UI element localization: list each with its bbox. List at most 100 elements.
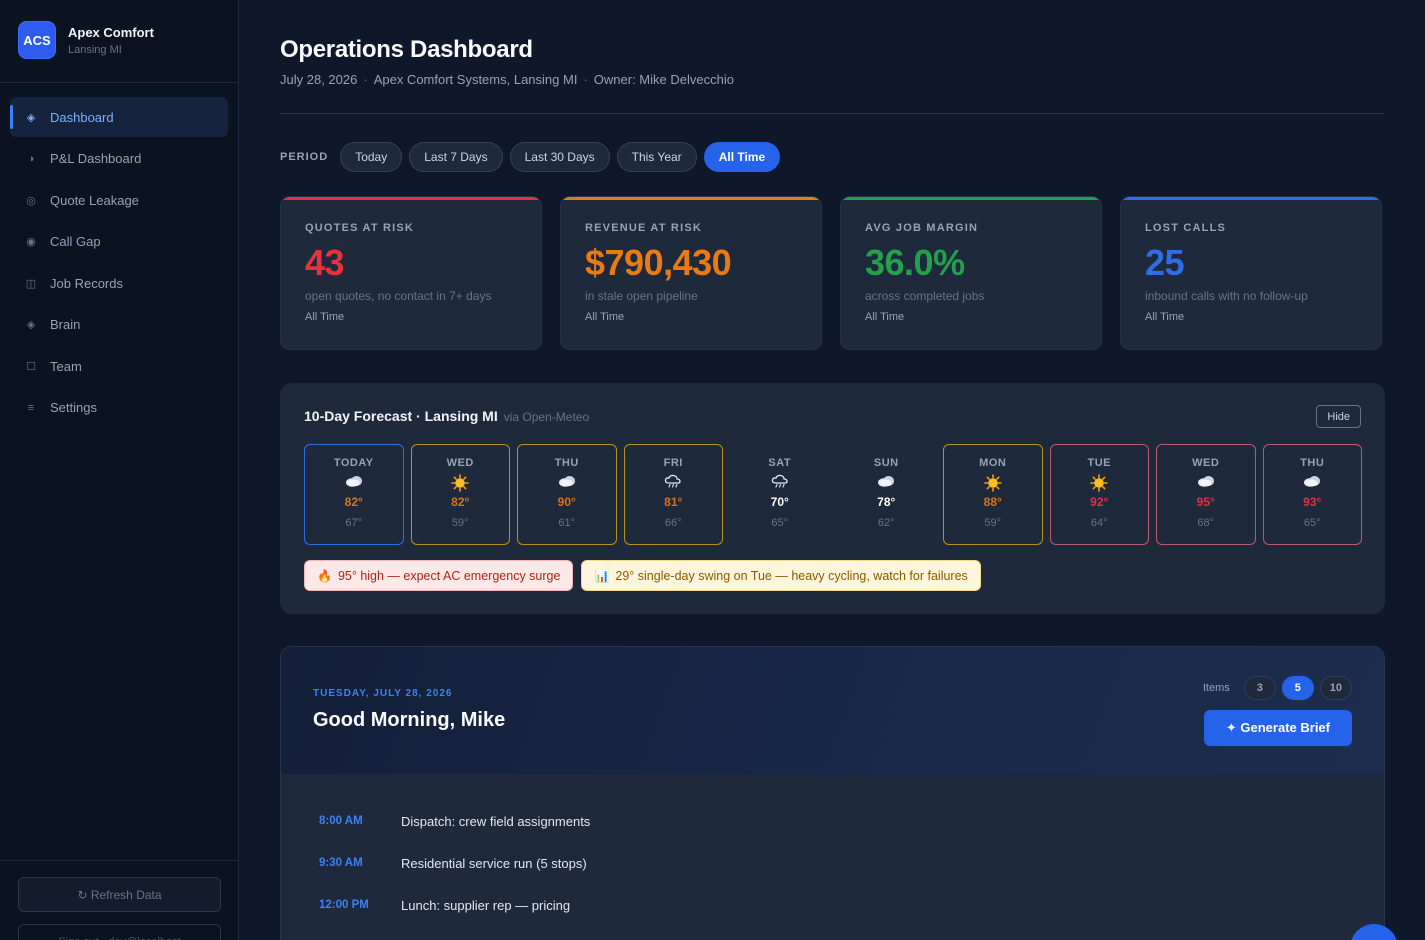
cloud-icon xyxy=(1157,474,1255,490)
forecast-alert-text: 29° single-day swing on Tue — heavy cycl… xyxy=(615,568,968,583)
sidebar-item-team[interactable]: ☐ Team xyxy=(10,346,228,386)
brand: ACS Apex Comfort Lansing MI xyxy=(0,0,238,83)
period-selector: PERIOD Today Last 7 Days Last 30 Days This … xyxy=(280,142,787,172)
forecast-heading: 10-Day Forecast · Lansing MI via Open-Met… xyxy=(304,408,590,424)
forecast-day-name: THU xyxy=(554,457,579,469)
items-option-10[interactable]: 10 xyxy=(1319,676,1352,700)
generate-brief-button[interactable]: ✦ Generate Brief xyxy=(1203,710,1352,746)
kpi-card-lost-calls: LOST CALLS 25 inbound calls with no follow… xyxy=(1120,196,1382,350)
schedule-time: 12:00 PM xyxy=(319,899,369,911)
kpi-label: AVG JOB MARGIN xyxy=(865,222,979,234)
items-option-3[interactable]: 3 xyxy=(1243,676,1276,700)
sidebar-item-label: Team xyxy=(50,358,82,374)
schedule-time: 8:00 AM xyxy=(319,815,363,827)
forecast-high-temp: 93° xyxy=(1303,495,1322,509)
forecast-hide-button[interactable]: Hide xyxy=(1316,405,1361,428)
forecast-alert: 🔥 95° high — expect AC emergency surge xyxy=(304,560,574,591)
forecast-high-temp: 78° xyxy=(877,495,896,509)
forecast-low-temp: 67° xyxy=(345,517,363,529)
period-option-last-30-days[interactable]: Last 30 Days xyxy=(509,142,610,172)
schedule-row: 2:30 PMQuote follow-ups: 3 open estimate… xyxy=(281,926,1384,940)
kpi-card-avg-job-margin: AVG JOB MARGIN 36.0% across completed jobs… xyxy=(840,196,1102,350)
kpi-card-quotes-at-risk: QUOTES AT RISK 43 open quotes, no contact … xyxy=(280,196,542,350)
kpi-cards: QUOTES AT RISK 43 open quotes, no contact … xyxy=(280,196,1382,350)
sidebar-item-quote-leakage[interactable]: ◎ Quote Leakage xyxy=(10,180,228,220)
kpi-card-revenue-at-risk: REVENUE AT RISK $790,430 in stale open pip… xyxy=(560,196,822,350)
forecast-high-temp: 88° xyxy=(983,495,1002,509)
sidebar: ACS Apex Comfort Lansing MI ◈ Dashboard ◑ P… xyxy=(0,0,239,940)
cloud-icon xyxy=(838,474,936,490)
forecast-high-temp: 92° xyxy=(1090,495,1109,509)
refresh-data-button[interactable]: ↻ Refresh Data xyxy=(18,877,221,912)
forecast-day-name: TODAY xyxy=(333,457,374,469)
forecast-day: SAT 70° 65° xyxy=(730,444,830,545)
sign-out-button[interactable]: Sign out · dev@localhost xyxy=(18,924,221,940)
brand-location: Lansing MI xyxy=(68,43,122,56)
forecast-day-name: FRI xyxy=(663,457,683,469)
sidebar-item-dashboard[interactable]: ◈ Dashboard xyxy=(10,97,228,137)
kpi-description: in stale open pipeline xyxy=(585,289,698,303)
rain-icon xyxy=(731,474,829,490)
forecast-low-temp: 61° xyxy=(558,517,576,529)
period-option-all-time[interactable]: All Time xyxy=(703,142,781,172)
kpi-value: $790,430 xyxy=(585,242,732,283)
forecast-day-name: TUE xyxy=(1087,457,1111,469)
kpi-label: QUOTES AT RISK xyxy=(305,222,415,234)
forecast-day: THU 93° 65° xyxy=(1262,444,1362,545)
kpi-period: All Time xyxy=(865,311,905,323)
kpi-value: 43 xyxy=(305,242,345,283)
fire-icon: 🔥 xyxy=(317,568,332,583)
sidebar-item-label: Call Gap xyxy=(50,234,101,249)
period-option-last-7-days[interactable]: Last 7 Days xyxy=(409,142,503,172)
forecast-day: SUN 78° 62° xyxy=(837,444,937,545)
forecast-day: WED 95° 68° xyxy=(1156,444,1256,545)
brand-logo: ACS xyxy=(18,21,56,59)
schedule-list: 8:00 AM Dispatch: crew field assignments 9… xyxy=(281,774,1384,940)
schedule-time: 9:30 AM xyxy=(319,857,363,869)
kpi-description: open quotes, no contact in 7+ days xyxy=(305,289,492,303)
sun-icon xyxy=(944,474,1042,492)
brand-name: Apex Comfort xyxy=(68,24,154,40)
forecast-day-name: THU xyxy=(1300,457,1325,469)
forecast-day-name: MON xyxy=(979,457,1007,469)
kpi-accent-bar xyxy=(561,197,821,200)
brief-greeting: Good Morning, Mike xyxy=(313,709,506,731)
forecast-high-temp: 90° xyxy=(557,495,576,509)
sun-icon xyxy=(412,474,510,492)
kpi-label: REVENUE AT RISK xyxy=(585,222,703,234)
schedule-task: Residential service run (5 stops) xyxy=(401,855,587,871)
cloud-icon xyxy=(305,474,403,490)
items-option-5[interactable]: 5 xyxy=(1281,676,1314,700)
chart-icon: 📊 xyxy=(594,568,610,583)
forecast-source: via Open-Meteo xyxy=(503,410,590,424)
quote-leakage-icon: ◎ xyxy=(26,194,36,207)
sidebar-item-brain[interactable]: ◈ Brain xyxy=(10,305,228,345)
kpi-description: inbound calls with no follow-up xyxy=(1145,289,1308,303)
header-divider xyxy=(280,113,1385,114)
sidebar-item-call-gap[interactable]: ◉ Call Gap xyxy=(10,222,228,262)
dashboard-icon: ◈ xyxy=(26,111,36,124)
header-owner: Owner: Mike Delvecchio xyxy=(593,72,734,87)
kpi-label: LOST CALLS xyxy=(1145,222,1227,234)
sidebar-item-label: P&L Dashboard xyxy=(50,151,142,166)
sidebar-item-label: Settings xyxy=(50,400,97,415)
kpi-period: All Time xyxy=(1145,311,1185,323)
forecast-low-temp: 65° xyxy=(1303,517,1321,529)
schedule-row: 9:30 AM Residential service run (5 stops) xyxy=(281,842,1384,884)
sidebar-item-job-records[interactable]: ◫ Job Records xyxy=(10,263,228,303)
forecast-low-temp: 59° xyxy=(451,517,469,529)
job-records-icon: ◫ xyxy=(25,277,37,290)
schedule-row: 8:00 AM Dispatch: crew field assignments xyxy=(281,800,1384,842)
daily-brief: TUESDAY, JULY 28, 2026 Good Morning, Mik… xyxy=(280,646,1385,940)
forecast-high-temp: 95° xyxy=(1196,495,1215,509)
forecast-day-name: SUN xyxy=(873,457,899,469)
period-option-this-year[interactable]: This Year xyxy=(616,142,697,172)
header-company: Apex Comfort Systems, Lansing MI xyxy=(373,72,578,87)
forecast-day: TUE 92° 64° xyxy=(1049,444,1149,545)
sidebar-item-p-l-dashboard[interactable]: ◑ P&L Dashboard xyxy=(10,139,228,179)
kpi-description: across completed jobs xyxy=(865,289,985,303)
sidebar-item-settings[interactable]: ≡ Settings xyxy=(10,388,228,428)
forecast-day: MON 88° 59° xyxy=(943,444,1043,545)
period-option-today[interactable]: Today xyxy=(340,142,403,172)
forecast-low-temp: 66° xyxy=(664,517,682,529)
